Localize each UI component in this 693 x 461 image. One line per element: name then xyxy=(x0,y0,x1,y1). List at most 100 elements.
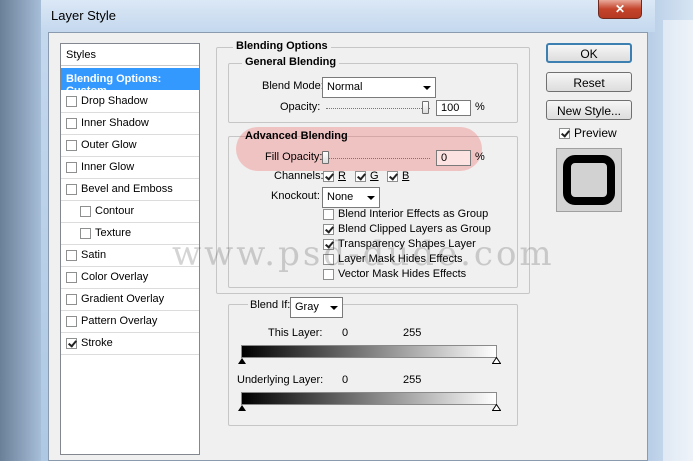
chevron-down-icon xyxy=(330,306,338,310)
style-item-texture[interactable]: Texture xyxy=(80,223,131,243)
style-item-pattern-overlay[interactable]: Pattern Overlay xyxy=(66,311,157,331)
underlying-layer-gradient xyxy=(241,392,497,405)
this-layer-white-slider[interactable] xyxy=(492,357,501,364)
style-item-label: Stroke xyxy=(81,337,113,349)
channel-label: G xyxy=(370,170,379,182)
style-item-drop-shadow[interactable]: Drop Shadow xyxy=(66,91,148,111)
underlying-layer-min: 0 xyxy=(342,374,349,386)
blend-mode-select[interactable]: Normal xyxy=(322,77,436,98)
knockout-value: None xyxy=(327,191,354,203)
chevron-down-icon xyxy=(423,86,431,90)
preview-checkbox-row[interactable]: Preview xyxy=(559,123,617,143)
style-checkbox[interactable] xyxy=(66,337,77,349)
style-item-inner-shadow[interactable]: Inner Shadow xyxy=(66,113,149,133)
channel-label: B xyxy=(402,170,410,182)
preview-checkbox[interactable] xyxy=(559,127,570,139)
underlying-layer-black-slider[interactable] xyxy=(238,405,246,411)
style-item-label: Inner Shadow xyxy=(81,117,149,129)
knockout-select[interactable]: None xyxy=(322,187,380,208)
advanced-blending-title: Advanced Blending xyxy=(245,130,348,142)
style-checkbox[interactable] xyxy=(66,249,77,261)
blend-mode-label: Blend Mode: xyxy=(262,80,324,92)
blend-if-label: Blend If: xyxy=(248,299,293,311)
style-item-label: Color Overlay xyxy=(81,271,149,283)
style-checkbox[interactable] xyxy=(66,315,77,327)
style-item-color-overlay[interactable]: Color Overlay xyxy=(66,267,148,287)
this-layer-black-slider[interactable] xyxy=(238,358,246,364)
style-item-label: Drop Shadow xyxy=(81,95,148,107)
style-item-label: Gradient Overlay xyxy=(81,293,165,305)
opacity-slider-track[interactable] xyxy=(326,108,430,109)
style-item-inner-glow[interactable]: Inner Glow xyxy=(66,157,134,177)
blend-mode-value: Normal xyxy=(327,81,363,93)
style-checkbox[interactable] xyxy=(66,139,77,151)
style-item-label: Satin xyxy=(81,249,107,261)
opacity-unit: % xyxy=(475,101,485,113)
close-icon: ✕ xyxy=(614,2,626,16)
style-preview-thumbnail xyxy=(556,148,622,212)
style-checkbox[interactable] xyxy=(66,161,77,173)
channel-checkbox[interactable] xyxy=(387,170,398,182)
style-item-contour[interactable]: Contour xyxy=(80,201,134,221)
style-checkbox[interactable] xyxy=(66,293,77,305)
channel-checkbox[interactable] xyxy=(355,170,366,182)
title-bar[interactable] xyxy=(41,0,655,32)
style-checkbox[interactable] xyxy=(80,227,91,239)
style-checkbox[interactable] xyxy=(66,117,77,129)
fill-opacity-slider-track[interactable] xyxy=(326,158,430,159)
reset-button[interactable]: Reset xyxy=(546,72,632,92)
fill-opacity-input[interactable]: 0 xyxy=(436,150,471,166)
option-blend-interior-effects-as-group[interactable]: Blend Interior Effects as Group xyxy=(323,206,488,222)
blend-if-select[interactable]: Gray xyxy=(290,297,343,318)
option-label: Blend Interior Effects as Group xyxy=(338,208,489,220)
blend-if-value: Gray xyxy=(295,301,319,313)
channel-b[interactable]: B xyxy=(387,166,409,186)
style-item-label: Texture xyxy=(95,227,132,239)
channels-label: Channels: xyxy=(274,170,324,182)
option-checkbox[interactable] xyxy=(323,208,334,220)
style-item-label: Inner Glow xyxy=(81,161,135,173)
style-item-blending-options[interactable]: Blending Options: Custom xyxy=(61,68,199,97)
window-title: Layer Style xyxy=(51,8,117,23)
underlying-layer-white-slider[interactable] xyxy=(492,404,501,411)
blend-if-group xyxy=(228,304,518,426)
style-item-label: Contour xyxy=(95,205,135,217)
channel-r[interactable]: R xyxy=(323,166,346,186)
window-edge-left xyxy=(0,0,41,461)
chevron-down-icon xyxy=(367,196,375,200)
blending-options-title: Blending Options xyxy=(233,40,331,52)
ok-button[interactable]: OK xyxy=(546,43,632,63)
channel-g[interactable]: G xyxy=(355,166,379,186)
background-strip xyxy=(663,20,693,461)
style-item-outer-glow[interactable]: Outer Glow xyxy=(66,135,137,155)
preview-label: Preview xyxy=(574,126,617,140)
underlying-layer-label: Underlying Layer: xyxy=(237,374,324,386)
style-checkbox[interactable] xyxy=(80,205,91,217)
opacity-slider-thumb[interactable] xyxy=(422,101,429,114)
styles-list-header[interactable]: Styles xyxy=(61,44,199,66)
new-style-button[interactable]: New Style... xyxy=(546,100,632,120)
option-checkbox[interactable] xyxy=(323,223,334,235)
this-layer-label: This Layer: xyxy=(268,327,323,339)
fill-opacity-unit: % xyxy=(475,151,485,163)
style-checkbox[interactable] xyxy=(66,95,77,107)
channel-checkbox[interactable] xyxy=(323,170,334,182)
close-button[interactable]: ✕ xyxy=(598,0,642,19)
style-checkbox[interactable] xyxy=(66,183,77,195)
preview-rounded-square xyxy=(563,155,615,205)
watermark: www.psd-dude.com xyxy=(172,234,555,274)
fill-opacity-slider-thumb[interactable] xyxy=(322,151,329,164)
style-item-label: Bevel and Emboss xyxy=(81,183,173,195)
style-item-satin[interactable]: Satin xyxy=(66,245,106,265)
opacity-input[interactable]: 100 xyxy=(436,100,471,116)
style-item-gradient-overlay[interactable]: Gradient Overlay xyxy=(66,289,164,309)
style-item-bevel-and-emboss[interactable]: Bevel and Emboss xyxy=(66,179,173,199)
fill-opacity-label: Fill Opacity: xyxy=(265,151,323,163)
underlying-layer-max: 255 xyxy=(403,374,422,386)
this-layer-min: 0 xyxy=(342,327,349,339)
knockout-label: Knockout: xyxy=(271,190,320,202)
style-item-stroke[interactable]: Stroke xyxy=(66,333,113,353)
this-layer-gradient xyxy=(241,345,497,358)
style-checkbox[interactable] xyxy=(66,271,77,283)
this-layer-max: 255 xyxy=(403,327,422,339)
